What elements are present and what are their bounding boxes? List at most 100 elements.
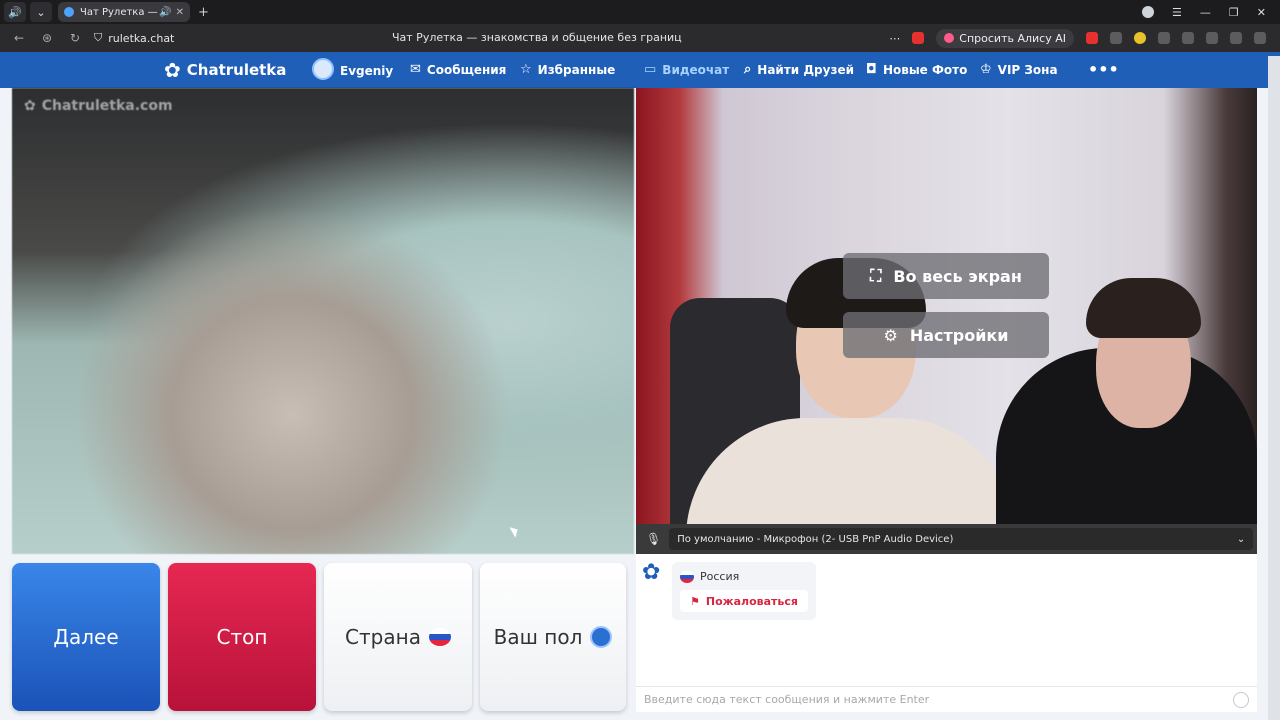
flower-avatar-icon: ✿ (642, 560, 661, 585)
envelope-icon: ✉ (410, 62, 421, 77)
restore-icon[interactable]: ❐ (1229, 6, 1239, 19)
audio-icon[interactable]: 🔊 (4, 2, 26, 22)
russia-flag-icon (680, 570, 694, 583)
collections-icon[interactable] (1230, 32, 1242, 44)
russia-flag-icon (428, 628, 451, 646)
back-icon[interactable]: ← (10, 31, 28, 45)
fullscreen-button[interactable]: ⛶ Во весь экран (843, 253, 1049, 299)
download-icon[interactable] (1254, 32, 1266, 44)
camera-icon: ◘ (866, 62, 877, 77)
bookmark-icon[interactable] (912, 32, 925, 44)
mic-bar: 🎙 По умолчанию - Микрофон (2- USB PnP Au… (636, 524, 1257, 554)
chat-input[interactable]: Введите сюда текст сообщения и нажмите E… (636, 686, 1257, 712)
menu-icon[interactable]: ☰ (1172, 6, 1182, 19)
settings-button[interactable]: ⚙ Настройки (843, 312, 1049, 358)
favicon-icon (64, 7, 74, 17)
mic-select[interactable]: По умолчанию - Микрофон (2- USB PnP Audi… (669, 528, 1254, 550)
country-name: Россия (700, 570, 740, 583)
video-camera-icon: ▭ (644, 62, 657, 77)
tab-title: Чат Рулетка — знак (80, 6, 159, 18)
address-bar: ← ⊛ ↻ ⛉ ruletka.chat Чат Рулетка — знако… (0, 24, 1280, 52)
partner-country: Россия (680, 570, 739, 583)
nav-vip-label: VIP Зона (997, 62, 1058, 77)
more-menu-icon[interactable]: ••• (1088, 60, 1119, 79)
alisa-icon (944, 33, 955, 43)
partner-info-bubble: Россия ⚑ Пожаловаться (672, 562, 816, 620)
nav-find-friends[interactable]: ⌕ Найти Друзей (744, 62, 854, 77)
flower-watermark-icon: ✿ (24, 98, 36, 114)
toolbar-right: ⋯ Спросить Алису AI (889, 28, 1280, 48)
gear-icon: ⚙ (883, 325, 898, 345)
more-icon[interactable]: ⋯ (889, 32, 900, 45)
nav-videochat[interactable]: ▭ Видеочат (644, 62, 729, 77)
shield-icon: ⛉ (94, 31, 103, 44)
watermark-text: Chatruletka.com (41, 98, 173, 114)
speaker-icon: 🔊 (159, 6, 172, 18)
profile-icon[interactable] (1142, 6, 1155, 18)
reload-icon[interactable]: ↻ (66, 31, 84, 45)
search-icon: ⌕ (744, 62, 752, 77)
minimize-icon[interactable]: — (1200, 6, 1211, 19)
nav-messages[interactable]: ✉ Сообщения (410, 62, 506, 77)
chevron-down-icon: ⌄ (1236, 533, 1246, 545)
user-name: Evgeniy (340, 64, 394, 78)
protect-icon[interactable]: ⊛ (38, 31, 56, 45)
close-window-icon[interactable]: ✕ (1257, 6, 1266, 19)
watermark: ✿ Chatruletka.com (24, 98, 173, 114)
person-shape (1086, 278, 1201, 338)
site-logo[interactable]: ✿ Chatruletka (164, 60, 286, 80)
close-tab-icon[interactable]: ✕ (176, 7, 184, 18)
window-controls: ☰ — ❐ ✕ (1142, 6, 1280, 19)
coin-icon[interactable] (1134, 32, 1146, 44)
fullscreen-icon: ⛶ (870, 266, 882, 285)
user-gender-icon (590, 626, 613, 648)
report-button[interactable]: ⚑ Пожаловаться (680, 590, 808, 612)
settings-label: Настройки (909, 325, 1009, 345)
tabs-menu-icon[interactable]: ⌄ (30, 2, 52, 22)
microphone-icon: 🎙 (646, 532, 662, 546)
nav-favorites-label: Избранные (537, 62, 616, 77)
nav-find-friends-label: Найти Друзей (757, 62, 854, 77)
avatar (312, 58, 334, 80)
country-button[interactable]: Страна (324, 563, 472, 711)
media-icon[interactable] (1206, 32, 1218, 44)
alisa-label: Спросить Алису AI (959, 31, 1066, 45)
country-label: Страна (345, 625, 421, 649)
partner-video: ✿ Chatruletka.com (12, 88, 634, 554)
stop-button[interactable]: Стоп (168, 563, 316, 711)
gender-label: Ваш пол (493, 625, 583, 649)
mic-device-label: По умолчанию - Микрофон (2- USB PnP Audi… (677, 533, 954, 545)
browser-tab[interactable]: Чат Рулетка — знак 🔊 ✕ (58, 2, 190, 22)
next-button[interactable]: Далее (12, 563, 160, 711)
nav-favorites[interactable]: ☆ Избранные (520, 62, 615, 77)
crown-icon: ♔ (980, 62, 992, 77)
chat-input-placeholder: Введите сюда текст сообщения и нажмите E… (644, 693, 930, 706)
adblock-icon[interactable] (1158, 32, 1170, 44)
self-video[interactable] (636, 88, 1257, 524)
youtube-icon[interactable] (1086, 32, 1098, 44)
extensions-icon[interactable] (1182, 32, 1194, 44)
stop-label: Стоп (216, 625, 268, 649)
browser-tabstrip: 🔊 ⌄ Чат Рулетка — знак 🔊 ✕ + ☰ — ❐ ✕ (0, 0, 1280, 24)
nav-user[interactable]: Evgeniy (312, 58, 394, 80)
page-title: Чат Рулетка — знакомства и общение без г… (392, 31, 682, 44)
site-navbar: ✿ Chatruletka Evgeniy ✉ Сообщения ☆ Избр… (0, 52, 1280, 88)
nav-messages-label: Сообщения (426, 62, 507, 77)
flag-icon: ⚑ (690, 594, 700, 608)
page-scrollbar[interactable] (1268, 56, 1280, 720)
nav-new-photos-label: Новые Фото (882, 62, 968, 77)
star-icon: ☆ (520, 62, 532, 77)
report-label: Пожаловаться (705, 594, 798, 608)
ask-alisa-button[interactable]: Спросить Алису AI (936, 28, 1074, 48)
url-text: ruletka.chat (108, 31, 175, 45)
next-label: Далее (53, 625, 119, 649)
vk-icon[interactable] (1110, 32, 1122, 44)
fullscreen-label: Во весь экран (893, 266, 1022, 286)
flower-logo-icon: ✿ (164, 58, 181, 82)
nav-new-photos[interactable]: ◘ Новые Фото (866, 62, 967, 77)
emoji-icon[interactable] (1233, 691, 1249, 708)
gender-button[interactable]: Ваш пол (480, 563, 626, 711)
new-tab-icon[interactable]: + (198, 5, 209, 20)
url-field[interactable]: ⛉ ruletka.chat (94, 31, 174, 45)
nav-vip[interactable]: ♔ VIP Зона (980, 62, 1058, 77)
